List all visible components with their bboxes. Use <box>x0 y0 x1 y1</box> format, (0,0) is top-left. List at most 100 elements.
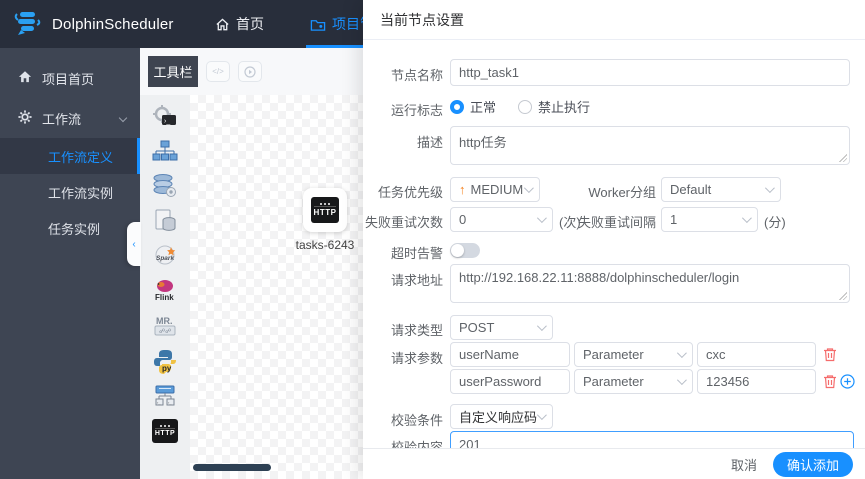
request-url-label: 请求地址 <box>390 273 443 288</box>
svg-text:MR.: MR. <box>156 316 173 326</box>
param-type-value: Parameter <box>583 374 644 389</box>
radio-dot-icon <box>518 99 533 114</box>
node-name-input[interactable]: http_task1 <box>450 59 850 86</box>
sidebar-item-task-instance[interactable]: 任务实例 <box>0 210 140 246</box>
node-name-label: 节点名称 <box>390 68 443 83</box>
param-type-value: Parameter <box>583 347 644 362</box>
sidebar-item-workflow-instance[interactable]: 工作流实例 <box>0 174 140 210</box>
task-type-python[interactable]: py <box>150 348 180 374</box>
chevron-down-icon <box>118 113 128 123</box>
retry-interval-select[interactable]: 1 <box>661 207 758 232</box>
request-method-select[interactable]: POST <box>450 315 553 340</box>
chevron-down-icon <box>536 321 547 332</box>
param-name-input[interactable]: userName <box>450 342 570 367</box>
task-type-mr[interactable]: MR. ☍☍ <box>150 313 180 339</box>
param-name-input[interactable]: userPassword <box>450 369 570 394</box>
nav-item-home[interactable]: 首页 <box>215 0 264 48</box>
task-type-shell[interactable]: ›_ <box>150 103 180 129</box>
sidebar-item-label: 工作流定义 <box>48 149 114 165</box>
run-arrow-button[interactable] <box>238 61 262 82</box>
radio-label: 禁止执行 <box>538 100 591 115</box>
task-type-flink[interactable]: Flink <box>150 278 180 304</box>
check-condition-value: 自定义响应码 <box>459 410 538 425</box>
task-type-sql[interactable] <box>150 173 180 199</box>
delete-param-icon[interactable] <box>822 373 838 389</box>
task-type-sub-process[interactable] <box>150 138 180 164</box>
toolbar-title-badge: 工具栏 <box>148 56 198 87</box>
param-name-value: userPassword <box>459 374 542 389</box>
timeout-alarm-label: 超时告警 <box>390 246 443 261</box>
resize-grip-icon[interactable] <box>839 154 847 162</box>
retry-times-value: 0 <box>459 212 467 227</box>
retry-times-select[interactable]: 0 <box>450 207 553 232</box>
drawer-body: 节点名称 http_task1 运行标志 正常 禁止执行 描述 http任务 任… <box>363 40 865 448</box>
task-type-spark[interactable]: Spark <box>150 243 180 269</box>
param-type-select[interactable]: Parameter <box>574 342 693 367</box>
chevron-down-icon <box>536 213 547 224</box>
radio-label: 正常 <box>470 100 497 115</box>
code-view-button[interactable]: </> <box>206 61 230 82</box>
sidebar-item-label: 任务实例 <box>48 221 101 237</box>
request-params-label: 请求参数 <box>390 351 443 366</box>
param-type-select[interactable]: Parameter <box>574 369 693 394</box>
svg-text:›_: ›_ <box>164 118 170 125</box>
http-icon: HTTP <box>311 197 339 223</box>
priority-value: MEDIUM <box>470 182 524 197</box>
confirm-add-button[interactable]: 确认添加 <box>772 451 853 477</box>
brand[interactable]: DolphinScheduler <box>0 8 215 41</box>
chevron-down-icon <box>676 348 687 359</box>
sidebar-item-workflow[interactable]: 工作流 <box>0 98 140 138</box>
description-label: 描述 <box>416 135 443 150</box>
sidebar-item-project-home[interactable]: 项目首页 <box>0 58 140 98</box>
description-textarea[interactable]: http任务 <box>450 126 850 165</box>
task-type-http[interactable]: HTTP <box>150 418 180 444</box>
toggle-knob <box>451 244 464 257</box>
left-sidebar: 项目首页 工作流 工作流定义 工作流实例 任务实例 <box>0 48 140 479</box>
worker-group-select[interactable]: Default <box>661 177 781 202</box>
priority-up-arrow-icon: ↑ <box>459 182 466 197</box>
resize-grip-icon[interactable] <box>839 292 847 300</box>
project-folder-icon <box>310 17 326 32</box>
sidebar-collapse-handle[interactable]: ‹ <box>127 222 141 266</box>
chevron-down-icon <box>523 183 534 194</box>
sidebar-item-label: 工作流实例 <box>48 185 114 201</box>
run-flag-forbidden-radio[interactable]: 禁止执行 <box>518 97 590 116</box>
add-param-icon[interactable] <box>839 373 855 389</box>
drawer-title: 当前节点设置 <box>363 0 865 40</box>
retry-interval-value: 1 <box>670 212 678 227</box>
request-method-label: 请求类型 <box>390 323 443 338</box>
timeout-alarm-toggle[interactable] <box>450 243 480 258</box>
canvas-horizontal-scrollbar[interactable] <box>193 464 271 471</box>
dolphinscheduler-logo-icon <box>13 8 43 41</box>
check-condition-select[interactable]: 自定义响应码 <box>450 404 553 429</box>
delete-param-icon[interactable] <box>822 346 838 362</box>
request-method-value: POST <box>459 320 495 335</box>
check-content-label: 校验内容 <box>390 440 443 448</box>
worker-group-label: Worker分组 <box>588 185 656 200</box>
run-flag-normal-radio[interactable]: 正常 <box>450 97 496 116</box>
task-type-dependent[interactable]: ›_ ›_ <box>150 383 180 409</box>
sidebar-item-label: 工作流 <box>42 111 82 127</box>
cancel-button[interactable]: 取消 <box>731 455 757 474</box>
worker-group-value: Default <box>670 182 712 197</box>
task-type-strip: ›_ Spark Flink MR. ☍☍ py ›_ ›_ HTTP <box>140 95 190 479</box>
priority-select[interactable]: ↑ MEDIUM <box>450 177 540 202</box>
check-condition-label: 校验条件 <box>390 413 443 428</box>
svg-text:Flink: Flink <box>155 293 174 302</box>
svg-text:py: py <box>162 364 172 373</box>
param-value-input[interactable]: 123456 <box>697 369 816 394</box>
request-url-textarea[interactable]: http://192.168.22.11:8888/dolphinschedul… <box>450 264 850 303</box>
check-content-input[interactable]: 201 <box>450 431 854 448</box>
chevron-down-icon <box>741 213 752 224</box>
dag-node-card[interactable]: HTTP <box>303 188 347 232</box>
sidebar-item-workflow-definition[interactable]: 工作流定义 <box>0 138 140 174</box>
param-value-input[interactable]: cxc <box>697 342 816 367</box>
description-value: http任务 <box>459 135 507 150</box>
task-type-procedure[interactable] <box>150 208 180 234</box>
request-url-value: http://192.168.22.11:8888/dolphinschedul… <box>459 270 740 285</box>
retry-times-label: 失败重试次数 <box>364 215 443 230</box>
brand-name: DolphinScheduler <box>52 15 174 33</box>
dag-node-label: tasks-6243 <box>295 238 355 252</box>
param-name-value: userName <box>459 347 519 362</box>
dag-node-http-task[interactable]: HTTP tasks-6243 <box>283 188 367 252</box>
